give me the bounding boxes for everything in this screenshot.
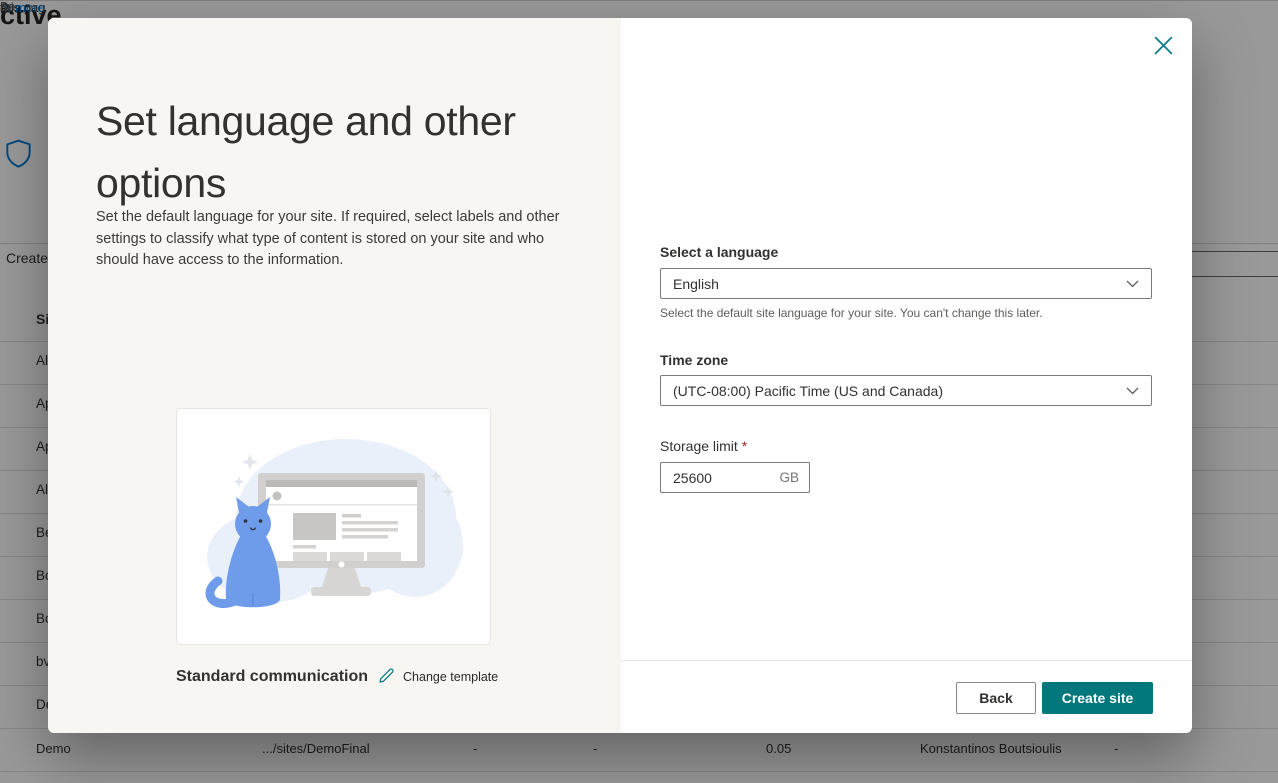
storage-limit-value: 25600 <box>673 469 712 486</box>
chevron-down-icon <box>1126 382 1139 400</box>
edit-pencil-icon <box>377 666 396 688</box>
close-button[interactable] <box>1147 31 1179 63</box>
dialog-title: Set language and other options <box>96 98 516 206</box>
language-dropdown[interactable]: English <box>660 268 1152 299</box>
dialog-description: Set the default language for your site. … <box>96 209 560 268</box>
selected-template-name: Standard communication <box>176 668 369 685</box>
create-site-dialog: Set language and other options Set the d… <box>48 18 1192 733</box>
storage-limit-input[interactable]: 25600 GB <box>660 462 810 493</box>
back-button[interactable]: Back <box>956 682 1036 714</box>
close-icon <box>1153 35 1174 59</box>
language-helper-text: Select the default site language for you… <box>660 306 1043 320</box>
timezone-dropdown[interactable]: (UTC-08:00) Pacific Time (US and Canada) <box>660 375 1152 406</box>
storage-limit-label-text: Storage limit <box>660 438 742 454</box>
template-illustration-card <box>176 408 491 645</box>
timezone-dropdown-value: (UTC-08:00) Pacific Time (US and Canada) <box>673 382 943 399</box>
storage-limit-label: Storage limit * <box>660 438 747 454</box>
dialog-right-panel: Select a language English Select the def… <box>621 18 1192 733</box>
change-template-button[interactable]: Change template <box>377 666 498 688</box>
dialog-left-panel: Set language and other options Set the d… <box>48 18 621 733</box>
language-dropdown-value: English <box>673 275 719 292</box>
footer-divider <box>621 660 1192 661</box>
chevron-down-icon <box>1126 275 1139 293</box>
selected-template-row: Standard communication Change template <box>176 663 498 691</box>
create-site-button[interactable]: Create site <box>1042 682 1153 714</box>
timezone-label: Time zone <box>660 352 729 368</box>
language-label: Select a language <box>660 244 779 260</box>
storage-limit-unit: GB <box>779 470 799 485</box>
cat-monitor-illustration <box>177 407 490 647</box>
required-asterisk: * <box>741 438 748 454</box>
change-template-label: Change template <box>403 670 499 684</box>
